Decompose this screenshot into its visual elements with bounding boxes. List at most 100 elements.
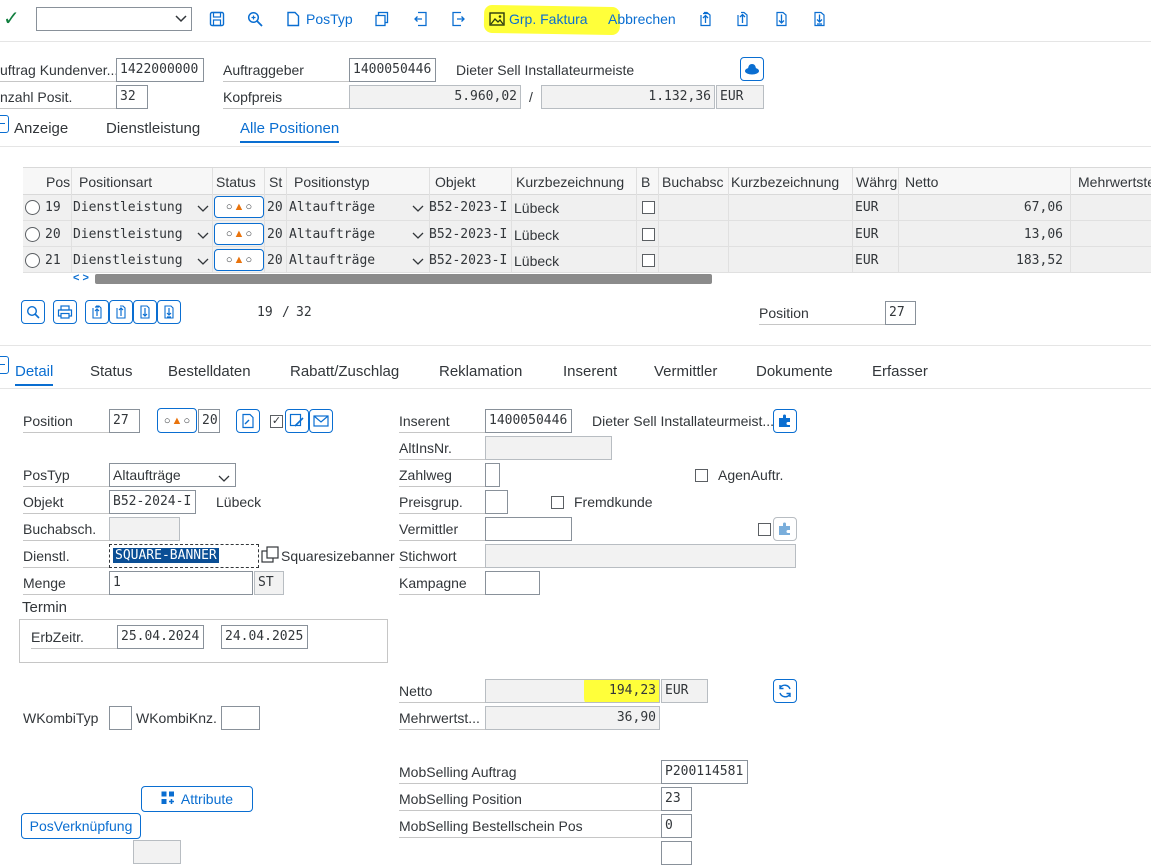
find-icon[interactable] xyxy=(244,8,266,30)
cell-positionstyp[interactable]: Altaufträge xyxy=(289,227,375,242)
tab-inserent[interactable]: Inserent xyxy=(563,363,617,380)
command-field[interactable] xyxy=(36,7,192,31)
column-header[interactable]: Positionsart xyxy=(79,174,152,190)
erb-to-field[interactable]: 24.04.2025 xyxy=(221,625,308,649)
cell-positionstyp[interactable]: Altaufträge xyxy=(289,200,375,215)
mob-auftrag-field[interactable]: P200114581 xyxy=(661,760,748,784)
first-page-icon[interactable] xyxy=(85,300,109,324)
chevron-down-icon[interactable] xyxy=(197,201,209,217)
status-button[interactable]: ○ ▲ ○ xyxy=(214,223,264,245)
fremdkunde-checkbox[interactable] xyxy=(551,496,564,509)
cell-positionsart[interactable]: Dienstleistung xyxy=(73,200,183,215)
wkombiknz-field[interactable] xyxy=(221,706,260,730)
row-select-radio[interactable] xyxy=(25,200,40,215)
column-header[interactable]: Buchabsc xyxy=(662,174,723,190)
document-icon[interactable] xyxy=(282,8,304,30)
abbrechen-button[interactable]: Abbrechen xyxy=(608,11,676,27)
table-row[interactable] xyxy=(23,247,1151,273)
copy-documents-icon[interactable] xyxy=(371,8,393,30)
status-button[interactable]: ○ ▲ ○ xyxy=(214,249,264,271)
tab-detail[interactable]: Detail xyxy=(15,363,54,386)
checked-checkbox[interactable]: ✓ xyxy=(270,415,283,428)
table-row[interactable] xyxy=(23,221,1151,247)
tab-reklamation[interactable]: Reklamation xyxy=(439,363,522,380)
grp-faktura-button[interactable]: Grp. Faktura xyxy=(509,11,588,27)
chevron-down-icon[interactable] xyxy=(197,228,209,244)
column-header[interactable]: Netto xyxy=(905,174,938,190)
row-select-radio[interactable] xyxy=(25,253,40,268)
last-page-icon[interactable] xyxy=(808,8,830,30)
table-row[interactable] xyxy=(23,195,1151,221)
tab-bestelldaten[interactable]: Bestelldaten xyxy=(168,363,251,380)
chevron-down-icon[interactable] xyxy=(412,254,424,270)
print-icon[interactable] xyxy=(53,300,77,324)
column-header[interactable]: Währg xyxy=(856,174,897,190)
column-header[interactable]: Mehrwertste xyxy=(1078,174,1151,190)
next-page-icon[interactable] xyxy=(133,300,157,324)
chevron-down-icon[interactable] xyxy=(412,228,424,244)
wkombityp-field[interactable] xyxy=(109,706,132,730)
anzahl-field[interactable]: 32 xyxy=(116,85,148,109)
next-page-icon[interactable] xyxy=(770,8,792,30)
puzzle-icon[interactable] xyxy=(773,517,797,541)
auftraggeber-field[interactable]: 1400050446 xyxy=(349,58,436,82)
objekt-field[interactable]: B52-2024-I xyxy=(109,490,196,514)
refresh-icon[interactable] xyxy=(773,679,797,703)
dienstl-field[interactable]: SQUARE-BANNER xyxy=(109,544,259,568)
save-icon[interactable] xyxy=(206,8,228,30)
mob-bestell-field[interactable]: 0 xyxy=(661,814,692,838)
column-header[interactable]: Objekt xyxy=(435,174,475,190)
mob-position-field[interactable]: 23 xyxy=(661,787,692,811)
checkmark-icon[interactable]: ✓ xyxy=(3,6,20,31)
value-help-icon[interactable] xyxy=(260,545,280,567)
previous-page-icon[interactable] xyxy=(731,8,753,30)
postyp-button[interactable]: PosTyp xyxy=(306,11,353,27)
chevron-down-icon[interactable] xyxy=(412,201,424,217)
vermittler-checkbox[interactable] xyxy=(758,523,771,536)
column-header[interactable]: Positionstyp xyxy=(294,174,369,190)
preisgrup-field[interactable] xyxy=(485,490,508,514)
attribute-button[interactable]: Attribute xyxy=(141,786,253,812)
vermittler-field[interactable] xyxy=(485,517,572,541)
last-page-icon[interactable] xyxy=(157,300,181,324)
column-header[interactable]: Kurzbezeichnung xyxy=(731,174,839,190)
cell-positionsart[interactable]: Dienstleistung xyxy=(73,227,183,242)
cell-positionstyp[interactable]: Altaufträge xyxy=(289,253,375,268)
row-checkbox[interactable] xyxy=(642,254,655,267)
scroll-arrows[interactable]: < > xyxy=(73,272,89,284)
zahlweg-field[interactable] xyxy=(485,463,500,487)
column-header[interactable]: Pos xyxy=(46,174,70,190)
postyp-select[interactable]: Altaufträge xyxy=(109,463,236,487)
tab-status[interactable]: Status xyxy=(90,363,133,380)
status-button[interactable]: ○ ▲ ○ xyxy=(214,196,264,218)
tab-erfasser[interactable]: Erfasser xyxy=(872,363,928,380)
row-checkbox[interactable] xyxy=(642,228,655,241)
posverknuepfung-button[interactable]: PosVerknüpfung xyxy=(21,813,141,839)
tab-dienstleistung[interactable]: Dienstleistung xyxy=(106,120,200,137)
previous-page-icon[interactable] xyxy=(109,300,133,324)
column-header[interactable]: Status xyxy=(216,174,256,190)
agenauftr-checkbox[interactable] xyxy=(695,469,708,482)
business-partner-icon[interactable] xyxy=(740,57,764,81)
auftrag-field[interactable]: 1422000000 xyxy=(116,58,204,82)
puzzle-icon[interactable] xyxy=(773,409,797,433)
signature-icon[interactable] xyxy=(285,409,309,433)
erb-from-field[interactable]: 25.04.2024 xyxy=(117,625,204,649)
tab-vermittler[interactable]: Vermittler xyxy=(654,363,717,380)
kampagne-field[interactable] xyxy=(485,571,540,595)
edit-document-icon[interactable] xyxy=(236,409,260,433)
document-back-icon[interactable] xyxy=(410,8,432,30)
inserent-field[interactable]: 1400050446 xyxy=(485,409,572,433)
bottom-right-field[interactable] xyxy=(661,841,692,865)
row-checkbox[interactable] xyxy=(642,201,655,214)
zoom-icon[interactable] xyxy=(21,300,45,324)
tab-rabatt-zuschlag[interactable]: Rabatt/Zuschlag xyxy=(290,363,399,380)
column-header[interactable]: B xyxy=(641,174,650,190)
cell-positionsart[interactable]: Dienstleistung xyxy=(73,253,183,268)
chevron-down-icon[interactable] xyxy=(175,11,187,28)
status-button[interactable]: ○ ▲ ○ xyxy=(157,408,197,433)
menge-field[interactable]: 1 xyxy=(109,571,253,595)
position-field[interactable]: 27 xyxy=(885,301,916,325)
chevron-down-icon[interactable] xyxy=(197,254,209,270)
horizontal-scrollbar[interactable] xyxy=(95,274,712,284)
